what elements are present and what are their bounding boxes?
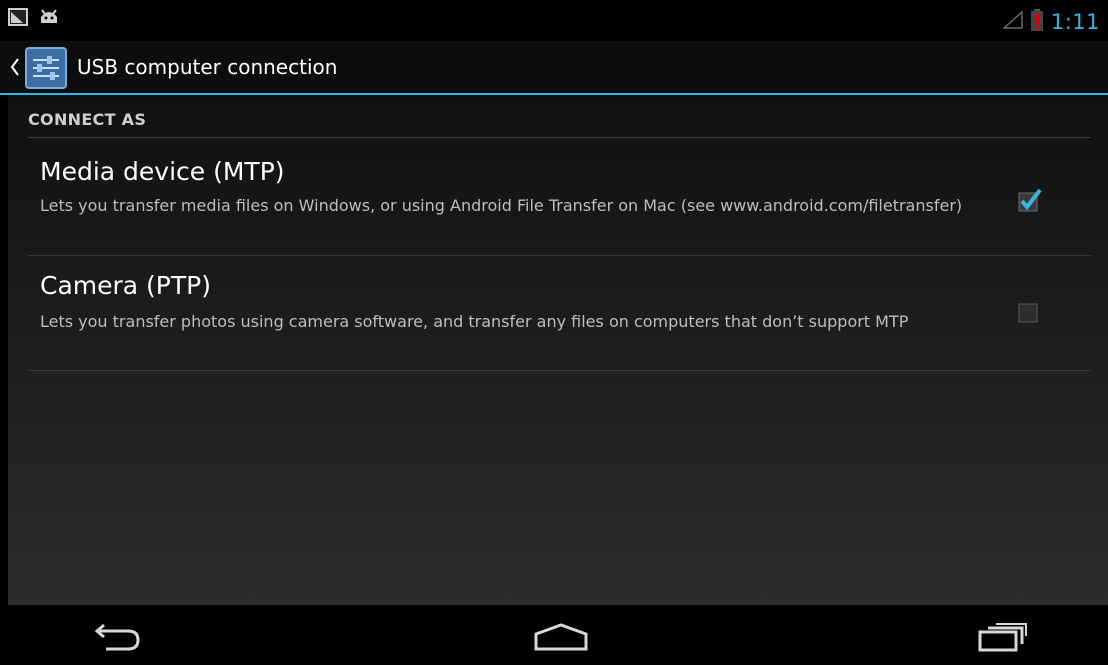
option-ptp[interactable]: Camera (PTP) Lets you transfer photos us… <box>28 256 1091 371</box>
status-bar: 1:11 <box>0 0 1108 41</box>
section-header: CONNECT AS <box>28 110 1091 138</box>
action-bar: USB computer connection <box>0 41 1108 95</box>
screenshot-notification-icon <box>8 8 28 30</box>
settings-sliders-icon[interactable] <box>25 47 67 93</box>
back-icon[interactable] <box>92 623 142 655</box>
recents-icon[interactable] <box>977 622 1029 656</box>
system-status-icons: 1:11 <box>1001 9 1100 35</box>
mtp-checkbox[interactable] <box>1017 187 1043 217</box>
option-mtp[interactable]: Media device (MTP) Lets you transfer med… <box>28 139 1091 256</box>
up-navigation-icon[interactable] <box>10 57 20 81</box>
navigation-bar <box>0 605 1108 665</box>
clock: 1:11 <box>1050 10 1100 34</box>
option-title: Camera (PTP) <box>40 271 211 300</box>
section-header-label: CONNECT AS <box>28 110 147 129</box>
screen: 1:11 USB computer connection CONNECT AS <box>0 0 1108 665</box>
android-debug-icon <box>38 9 60 29</box>
home-icon[interactable] <box>533 623 589 655</box>
option-title: Media device (MTP) <box>40 157 285 186</box>
signal-icon <box>1001 10 1023 33</box>
action-bar-title: USB computer connection <box>77 55 338 79</box>
ptp-checkbox[interactable] <box>1017 298 1043 328</box>
preferences-list: CONNECT AS Media device (MTP) Lets you t… <box>8 95 1108 605</box>
notification-icons <box>8 8 60 30</box>
option-summary: Lets you transfer photos using camera so… <box>40 312 909 331</box>
battery-low-icon <box>1030 9 1043 35</box>
option-summary: Lets you transfer media files on Windows… <box>40 196 963 215</box>
